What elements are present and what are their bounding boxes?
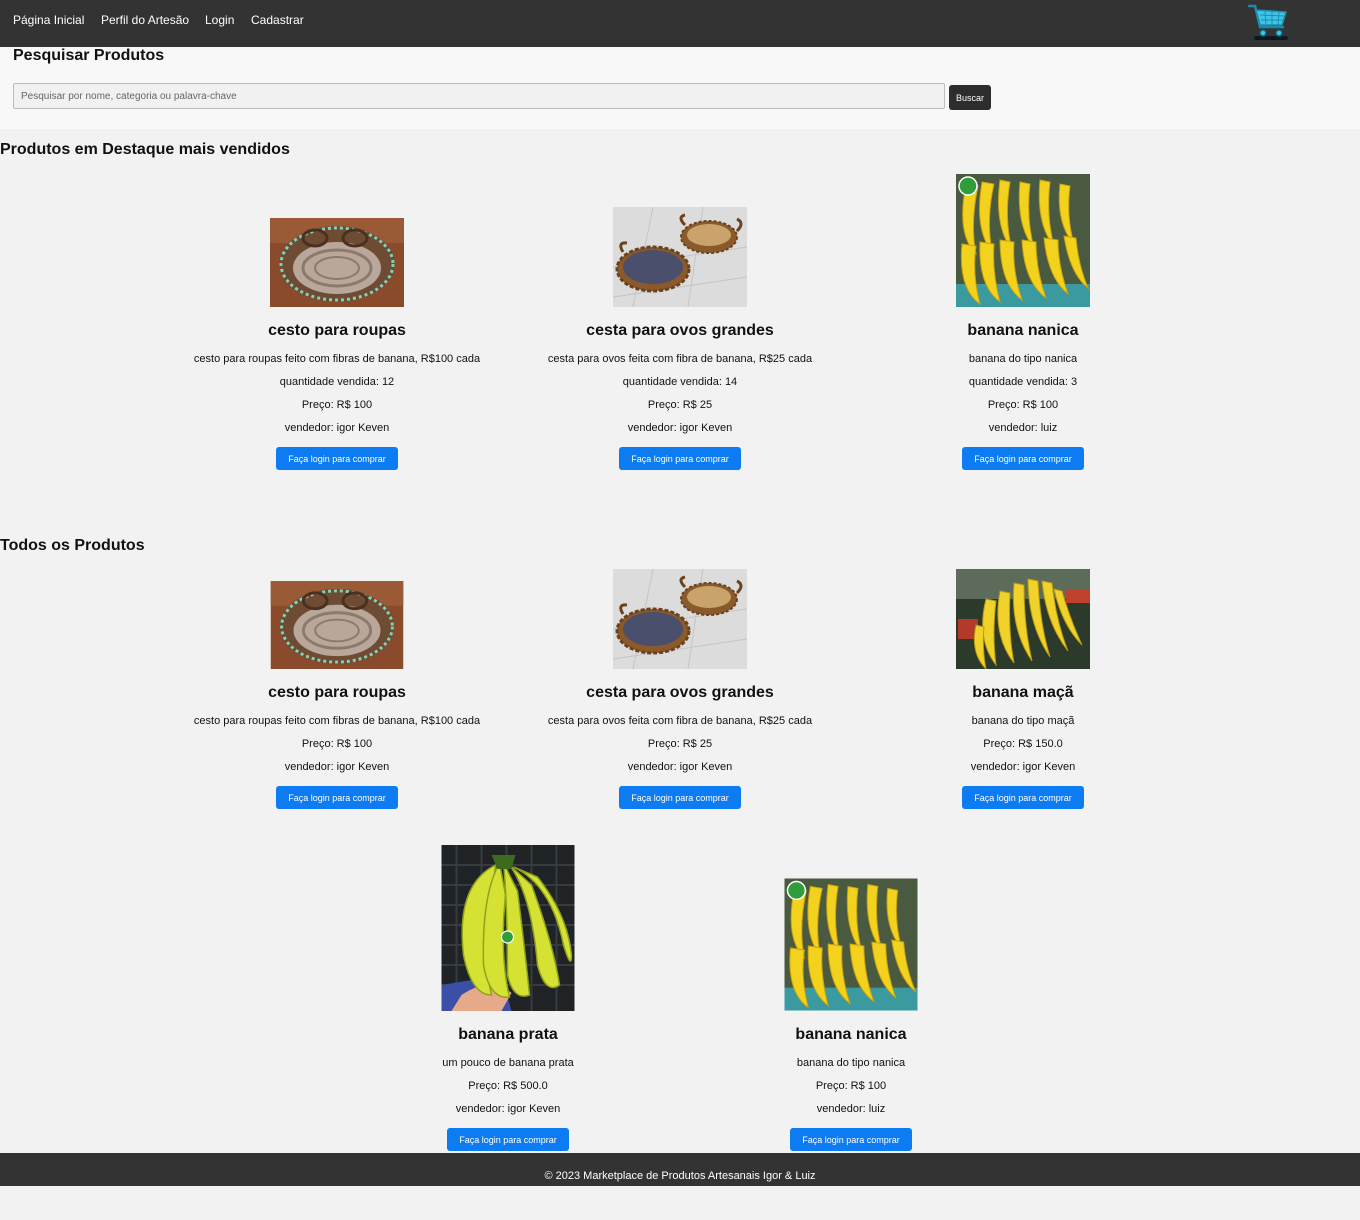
product-name: banana prata <box>458 1026 558 1043</box>
search-input[interactable] <box>13 83 945 109</box>
footer: © 2023 Marketplace de Produtos Artesanai… <box>0 1153 1360 1186</box>
product-description: cesto para roupas feito com fibras de ba… <box>193 715 481 727</box>
search-title: Pesquisar Produtos <box>13 47 165 64</box>
product-card: cesto para roupas cesto para roupas feit… <box>182 174 492 470</box>
product-description: cesta para ovos feita com fibra de banan… <box>547 715 813 727</box>
product-name: banana nanica <box>795 1026 907 1043</box>
login-to-buy-button[interactable]: Faça login para comprar <box>619 447 741 470</box>
product-description: banana do tipo nanica <box>968 353 1078 365</box>
product-price: Preço: R$ 500.0 <box>468 1080 548 1092</box>
featured-section-title: Produtos em Destaque mais vendidos <box>0 141 290 158</box>
product-seller: vendedor: igor Keven <box>627 422 733 434</box>
product-card: cesto para roupas cesto para roupas feit… <box>182 536 492 809</box>
login-to-buy-button[interactable]: Faça login para comprar <box>962 447 1084 470</box>
product-description: cesto para roupas feito com fibras de ba… <box>193 353 481 365</box>
product-price: Preço: R$ 25 <box>647 738 713 750</box>
product-card: banana maçã banana do tipo maçã Preço: R… <box>868 536 1178 809</box>
product-seller: vendedor: igor Keven <box>284 422 390 434</box>
product-image-banana-nanica <box>784 878 918 1011</box>
login-to-buy-button[interactable]: Faça login para comprar <box>790 1128 912 1151</box>
product-card: banana nanica banana do tipo nanica quan… <box>868 174 1178 470</box>
product-image-basket <box>270 218 404 307</box>
top-navigation: Página Inicial Perfil do Artesão Login C… <box>0 0 1360 47</box>
nav-artisan-profile-link[interactable]: Perfil do Artesão <box>101 13 189 27</box>
nav-register-link[interactable]: Cadastrar <box>251 13 304 27</box>
product-card: cesta para ovos grandes cesta para ovos … <box>525 174 835 470</box>
product-price: Preço: R$ 100 <box>987 399 1059 411</box>
product-seller: vendedor: igor Keven <box>455 1103 561 1115</box>
product-description: um pouco de banana prata <box>442 1057 574 1069</box>
login-to-buy-button[interactable]: Faça login para comprar <box>447 1128 569 1151</box>
shopping-cart-icon[interactable] <box>1247 2 1289 42</box>
product-card: cesta para ovos grandes cesta para ovos … <box>525 536 835 809</box>
product-seller: vendedor: igor Keven <box>284 761 390 773</box>
product-image-egg-basket <box>613 569 747 669</box>
product-name: cesto para roupas <box>268 684 406 701</box>
nav-login-link[interactable]: Login <box>205 13 234 27</box>
product-seller: vendedor: igor Keven <box>627 761 733 773</box>
product-name: cesta para ovos grandes <box>586 684 774 701</box>
product-quantity-sold: quantidade vendida: 14 <box>622 376 738 388</box>
product-name: banana nanica <box>967 322 1079 339</box>
product-image-basket <box>270 581 404 669</box>
product-card: banana prata um pouco de banana prata Pr… <box>353 840 663 1151</box>
search-button[interactable]: Buscar <box>949 85 991 110</box>
product-price: Preço: R$ 150.0 <box>983 738 1063 750</box>
product-quantity-sold: quantidade vendida: 12 <box>279 376 395 388</box>
product-image-egg-basket <box>613 207 747 307</box>
footer-copyright: © 2023 Marketplace de Produtos Artesanai… <box>544 1170 816 1182</box>
product-seller: vendedor: luiz <box>816 1103 886 1115</box>
login-to-buy-button[interactable]: Faça login para comprar <box>276 447 398 470</box>
product-price: Preço: R$ 100 <box>301 399 373 411</box>
product-description: banana do tipo maçã <box>971 715 1075 727</box>
product-name: cesta para ovos grandes <box>586 322 774 339</box>
product-seller: vendedor: luiz <box>988 422 1058 434</box>
product-image-banana-nanica <box>956 174 1090 307</box>
all-products-section-title: Todos os Produtos <box>0 537 145 554</box>
product-description: banana do tipo nanica <box>796 1057 906 1069</box>
product-quantity-sold: quantidade vendida: 3 <box>968 376 1078 388</box>
product-card: banana nanica banana do tipo nanica Preç… <box>696 840 1006 1151</box>
nav-home-link[interactable]: Página Inicial <box>13 13 84 27</box>
product-description: cesta para ovos feita com fibra de banan… <box>547 353 813 365</box>
search-section: Pesquisar Produtos Buscar <box>0 47 1360 129</box>
product-price: Preço: R$ 100 <box>301 738 373 750</box>
product-price: Preço: R$ 25 <box>647 399 713 411</box>
product-price: Preço: R$ 100 <box>815 1080 887 1092</box>
product-image-banana-prata <box>441 845 575 1011</box>
product-name: banana maçã <box>972 684 1074 701</box>
product-seller: vendedor: igor Keven <box>970 761 1076 773</box>
product-image-banana-maca <box>956 569 1090 669</box>
login-to-buy-button[interactable]: Faça login para comprar <box>619 786 741 809</box>
login-to-buy-button[interactable]: Faça login para comprar <box>276 786 398 809</box>
product-name: cesto para roupas <box>268 322 406 339</box>
login-to-buy-button[interactable]: Faça login para comprar <box>962 786 1084 809</box>
